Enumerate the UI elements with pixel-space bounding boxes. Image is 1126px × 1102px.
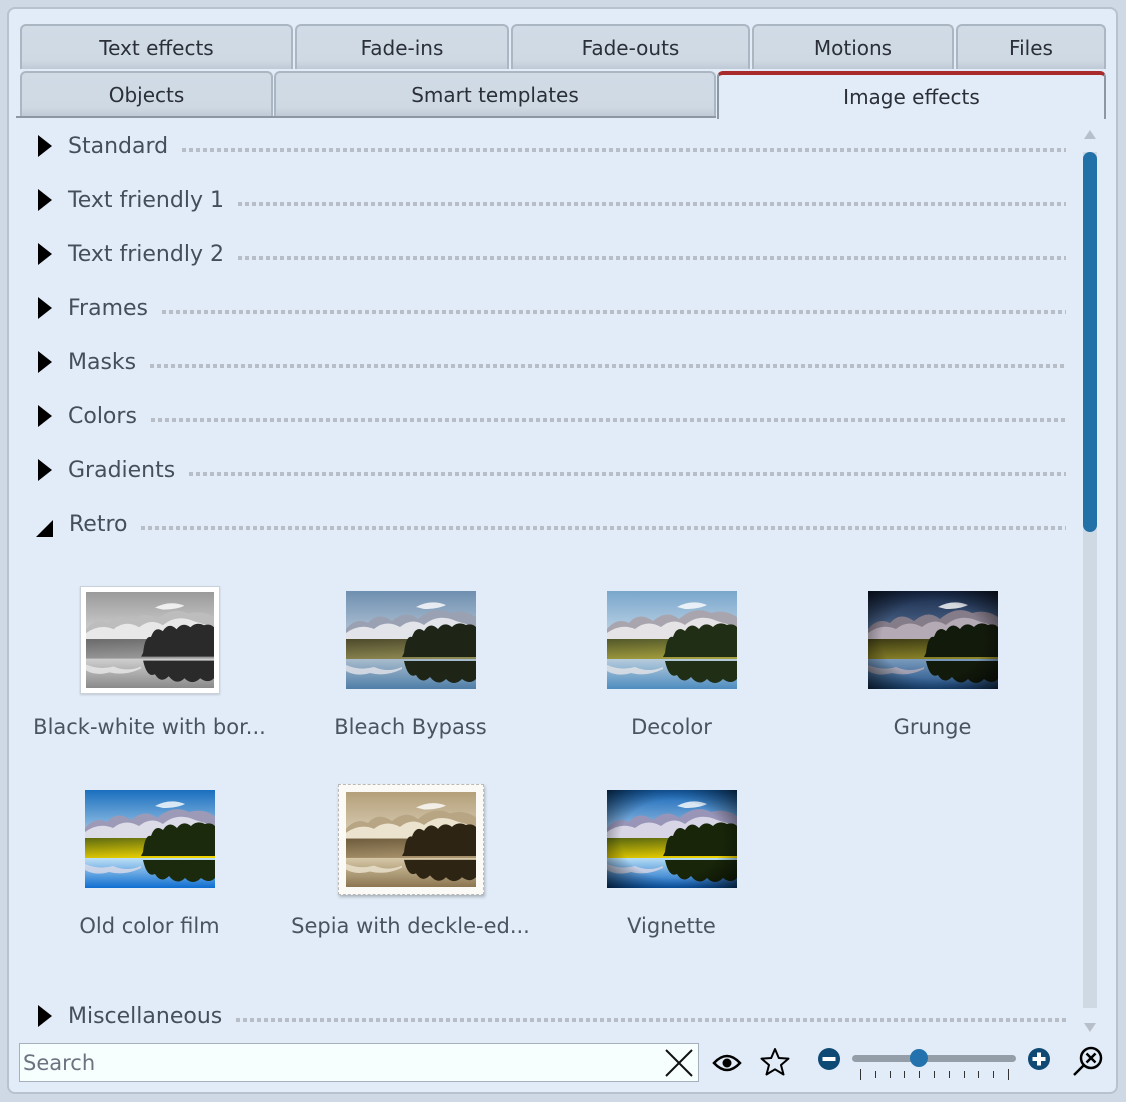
slider-tick: [874, 1071, 876, 1078]
slider-tick: [993, 1071, 995, 1078]
collapse-arrow-icon: [36, 519, 53, 537]
leader-dots: [150, 364, 1066, 368]
effect-thumbnail: [337, 783, 484, 895]
effect-thumbnail: [79, 586, 220, 694]
expand-arrow-icon: [38, 297, 52, 319]
group-colors[interactable]: Colors: [16, 396, 1066, 436]
leader-dots: [182, 148, 1066, 152]
group-standard[interactable]: Standard: [16, 126, 1066, 166]
group-label: Colors: [68, 403, 137, 429]
expand-arrow-icon: [38, 459, 52, 481]
close-icon[interactable]: [662, 1046, 696, 1080]
effect-item-old-color-film[interactable]: Old color film: [19, 774, 280, 954]
slider-tick: [978, 1071, 980, 1078]
vignette-overlay: [867, 591, 998, 689]
expand-arrow-icon: [38, 405, 52, 427]
scroll-thumb[interactable]: [1083, 152, 1097, 532]
effect-label: Black-white with bor...: [33, 715, 266, 739]
effect-item-bleach-bypass[interactable]: Bleach Bypass: [280, 575, 541, 755]
group-label: Gradients: [68, 457, 176, 483]
tab-objects[interactable]: Objects: [20, 71, 273, 116]
slider-tick: [1008, 1069, 1009, 1080]
group-label: Text friendly 1: [68, 187, 224, 213]
group-label: Text friendly 2: [68, 241, 224, 267]
search-input[interactable]: [20, 1049, 662, 1076]
effect-thumbnail: [606, 591, 737, 689]
tab-motions[interactable]: Motions: [752, 24, 954, 69]
plus-circle-icon[interactable]: [1026, 1046, 1052, 1072]
leader-dots: [237, 202, 1066, 206]
tab-fade-ins[interactable]: Fade-ins: [295, 24, 509, 69]
effect-thumbnail: [867, 591, 998, 689]
expand-arrow-icon: [38, 189, 52, 211]
scroll-up-arrow-icon[interactable]: [1084, 130, 1096, 139]
slider-tick: [860, 1069, 861, 1080]
scroll-down-arrow-icon[interactable]: [1084, 1023, 1096, 1032]
group-label: Masks: [68, 349, 137, 375]
expand-arrow-icon: [38, 351, 52, 373]
group-masks[interactable]: Masks: [16, 342, 1066, 382]
group-label: Retro: [69, 511, 128, 537]
slider-rail[interactable]: [852, 1055, 1016, 1062]
effect-item-black-white-border[interactable]: Black-white with bor...: [19, 575, 280, 755]
minus-circle-icon[interactable]: [816, 1046, 842, 1072]
tab-files[interactable]: Files: [956, 24, 1106, 69]
group-label: Standard: [68, 133, 169, 159]
vignette-overlay: [606, 790, 737, 888]
group-retro[interactable]: Retro: [16, 504, 1066, 544]
expand-arrow-icon: [38, 135, 52, 157]
leader-dots: [237, 256, 1066, 260]
tab-text-effects[interactable]: Text effects: [20, 24, 293, 69]
group-gradients[interactable]: Gradients: [16, 450, 1066, 490]
group-label: Miscellaneous: [68, 1003, 223, 1029]
slider-tick: [963, 1071, 965, 1078]
leader-dots: [162, 310, 1066, 314]
effect-thumbnail: [345, 591, 476, 689]
effects-list: Standard Text friendly 1 Text friendly 2…: [16, 120, 1076, 1035]
effect-label: Grunge: [893, 715, 972, 739]
effect-item-sepia-deckle[interactable]: Sepia with deckle-ed...: [280, 774, 541, 954]
star-icon[interactable]: [758, 1045, 792, 1079]
group-label: Frames: [68, 295, 149, 321]
search-box: [19, 1043, 699, 1082]
group-miscellaneous[interactable]: Miscellaneous: [16, 996, 1066, 1035]
tab-smart-templates[interactable]: Smart templates: [274, 71, 716, 116]
effect-item-grunge[interactable]: Grunge: [802, 575, 1063, 755]
effect-label: Old color film: [79, 914, 220, 938]
eye-icon[interactable]: [710, 1047, 744, 1079]
zoom-slider[interactable]: [852, 1048, 1016, 1088]
effect-label: Sepia with deckle-ed...: [291, 914, 530, 938]
effect-item-decolor[interactable]: Decolor: [541, 575, 802, 755]
slider-knob[interactable]: [910, 1049, 929, 1067]
expand-arrow-icon: [38, 1005, 52, 1027]
leader-dots: [141, 526, 1066, 530]
slider-tick: [919, 1071, 921, 1078]
slider-tick: [904, 1071, 906, 1078]
tab-divider: [16, 116, 716, 118]
effect-thumbnail: [84, 790, 215, 888]
group-text-friendly-1[interactable]: Text friendly 1: [16, 180, 1066, 220]
slider-tick: [934, 1071, 935, 1078]
tab-fade-outs[interactable]: Fade-outs: [511, 24, 750, 69]
zoom-fit-icon[interactable]: [1070, 1043, 1106, 1079]
effect-label: Vignette: [627, 914, 716, 938]
effect-item-vignette[interactable]: Vignette: [541, 774, 802, 954]
vertical-scrollbar[interactable]: [1080, 126, 1100, 1036]
tab-image-effects[interactable]: Image effects: [717, 71, 1106, 119]
effect-label: Bleach Bypass: [334, 715, 487, 739]
expand-arrow-icon: [38, 243, 52, 265]
effect-thumbnail: [606, 790, 737, 888]
group-text-friendly-2[interactable]: Text friendly 2: [16, 234, 1066, 274]
slider-tick: [948, 1071, 950, 1078]
group-frames[interactable]: Frames: [16, 288, 1066, 328]
leader-dots: [236, 1018, 1066, 1022]
leader-dots: [150, 418, 1066, 422]
leader-dots: [189, 472, 1066, 476]
effect-label: Decolor: [631, 715, 712, 739]
slider-tick: [889, 1071, 891, 1078]
